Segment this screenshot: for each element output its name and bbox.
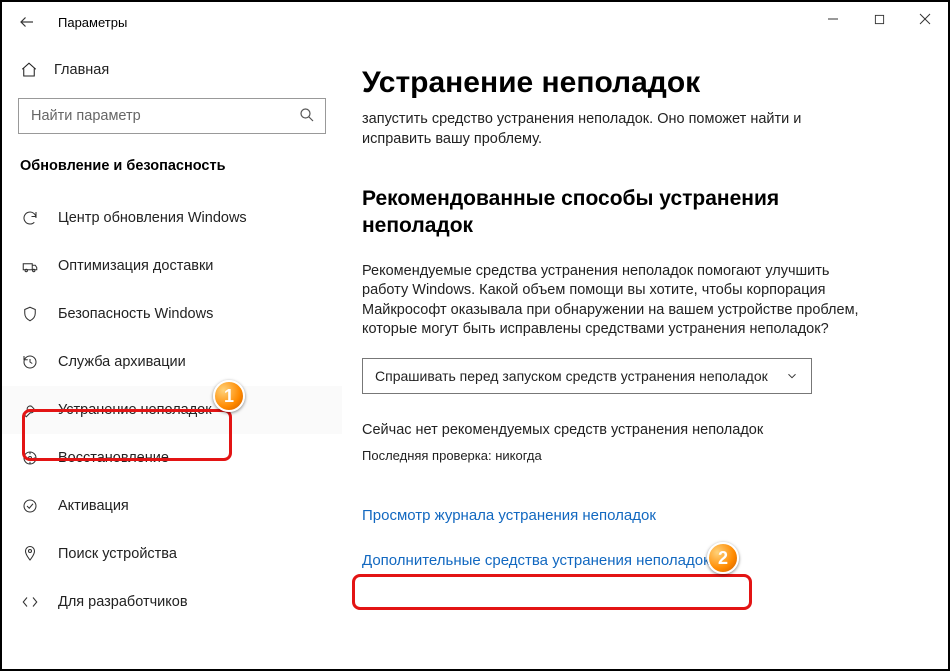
- sidebar-item-windows-security[interactable]: Безопасность Windows: [2, 290, 342, 338]
- sidebar-item-label: Безопасность Windows: [58, 306, 213, 322]
- sidebar-item-delivery-optimization[interactable]: Оптимизация доставки: [2, 242, 342, 290]
- main-content: Устранение неполадок запустить средство …: [342, 42, 948, 669]
- status-line: Сейчас нет рекомендуемых средств устране…: [362, 422, 908, 438]
- search-field-wrap: [18, 98, 326, 134]
- sidebar-nav-list: Центр обновления Windows Оптимизация дос…: [2, 194, 342, 626]
- search-input[interactable]: [18, 98, 326, 134]
- home-label: Главная: [54, 62, 109, 78]
- sidebar-item-windows-update[interactable]: Центр обновления Windows: [2, 194, 342, 242]
- sidebar-item-find-device[interactable]: Поиск устройства: [2, 530, 342, 578]
- sync-icon: [20, 209, 40, 227]
- maximize-button[interactable]: [856, 2, 902, 36]
- recovery-icon: [20, 449, 40, 467]
- chevron-down-icon: [785, 369, 799, 383]
- home-icon: [20, 61, 38, 79]
- status-sub: Последняя проверка: никогда: [362, 448, 908, 463]
- sidebar-item-label: Активация: [58, 498, 129, 514]
- page-title: Устранение неполадок: [362, 66, 908, 100]
- sidebar-item-developers[interactable]: Для разработчиков: [2, 578, 342, 626]
- section-description: Рекомендуемые средства устранения непола…: [362, 262, 872, 340]
- back-button[interactable]: [8, 3, 46, 41]
- sidebar-item-label: Для разработчиков: [58, 594, 188, 610]
- search-icon: [298, 106, 316, 124]
- close-button[interactable]: [902, 2, 948, 36]
- sidebar-item-label: Центр обновления Windows: [58, 210, 247, 226]
- sidebar-item-backup[interactable]: Служба архивации: [2, 338, 342, 386]
- find-device-icon: [20, 545, 40, 563]
- sidebar-item-label: Служба архивации: [58, 354, 186, 370]
- shield-icon: [20, 305, 40, 323]
- settings-window: Параметры Главная: [0, 0, 950, 671]
- section-heading: Рекомендованные способы устранения непол…: [362, 185, 872, 240]
- backup-icon: [20, 353, 40, 371]
- activation-icon: [20, 497, 40, 515]
- sidebar-item-label: Восстановление: [58, 450, 169, 466]
- troubleshoot-preference-dropdown[interactable]: Спрашивать перед запуском средств устран…: [362, 358, 812, 394]
- sidebar-section-title: Обновление и безопасность: [2, 144, 342, 188]
- lead-text: запустить средство устранения неполадок.…: [362, 110, 872, 149]
- minimize-button[interactable]: [810, 2, 856, 36]
- titlebar: Параметры: [2, 2, 948, 42]
- home-nav[interactable]: Главная: [2, 48, 342, 92]
- dropdown-value: Спрашивать перед запуском средств устран…: [375, 368, 768, 384]
- sidebar-item-label: Устранение неполадок: [58, 402, 212, 418]
- window-title: Параметры: [58, 15, 127, 30]
- sidebar: Главная Обновление и безопасность Центр …: [2, 42, 342, 669]
- developer-icon: [20, 593, 40, 611]
- wrench-icon: [20, 401, 40, 419]
- sidebar-item-troubleshoot[interactable]: Устранение неполадок: [2, 386, 342, 434]
- link-additional-troubleshooters[interactable]: Дополнительные средства устранения непол…: [362, 552, 710, 569]
- sidebar-item-label: Оптимизация доставки: [58, 258, 213, 274]
- sidebar-item-label: Поиск устройства: [58, 546, 177, 562]
- link-view-history[interactable]: Просмотр журнала устранения неполадок: [362, 507, 656, 524]
- sidebar-item-recovery[interactable]: Восстановление: [2, 434, 342, 482]
- sidebar-item-activation[interactable]: Активация: [2, 482, 342, 530]
- delivery-icon: [20, 257, 40, 275]
